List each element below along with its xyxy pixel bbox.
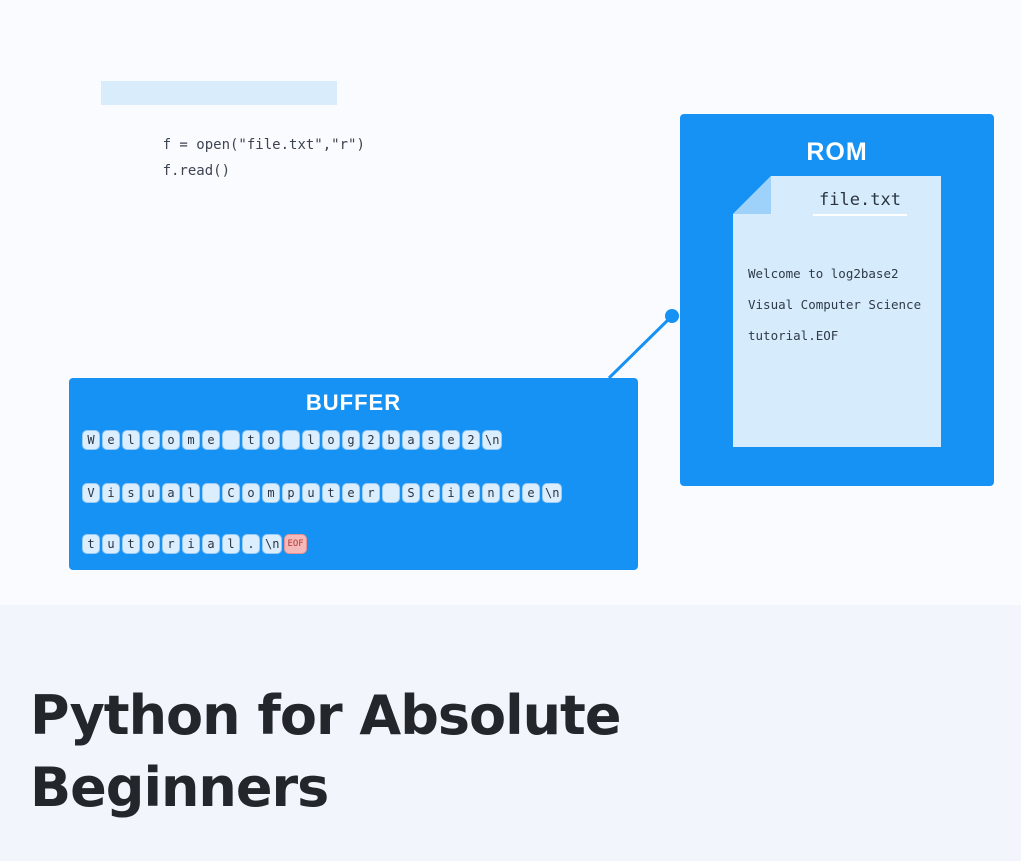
buffer-char-cell: t <box>122 534 140 554</box>
buffer-char-cell: o <box>242 483 260 503</box>
buffer-char-cell: t <box>242 430 260 450</box>
code-line-text: f.read() <box>162 163 231 179</box>
buffer-row: t u t o r i a l. \n EOF <box>82 534 309 556</box>
buffer-char-cell: e <box>442 430 460 450</box>
buffer-char-cell: \n <box>482 430 503 450</box>
buffer-char-cell: V <box>82 483 100 503</box>
buffer-box: BUFFER Welcome to l o g 2 b a s e 2 \n Visual Com… <box>69 378 638 570</box>
file-contents: Welcome to log2base2 Visual Computer Sci… <box>748 258 921 351</box>
rom-box: ROM file.txt Welcome to log2base2 Visual… <box>680 114 994 486</box>
buffer-char-cell: l <box>222 534 240 554</box>
buffer-char-cell: c <box>422 483 440 503</box>
file-line: Visual Computer Science <box>748 297 922 312</box>
buffer-char-cell: C <box>222 483 240 503</box>
page-title: Python for Absolute Beginners <box>30 680 621 824</box>
buffer-char-cell: m <box>262 483 280 503</box>
eof-cell: EOF <box>284 534 307 554</box>
buffer-char-cell: s <box>122 483 140 503</box>
buffer-char-cell: u <box>302 483 320 503</box>
buffer-char-cell: s <box>422 430 440 450</box>
buffer-char-cell <box>222 430 240 450</box>
buffer-char-cell: \n <box>262 534 283 554</box>
file-name: file.txt <box>813 190 907 216</box>
buffer-char-cell: S <box>402 483 420 503</box>
buffer-row: Visual Computer Sc i e n c e \n <box>82 483 564 505</box>
buffer-char-cell: o <box>262 430 280 450</box>
buffer-char-cell: e <box>102 430 120 450</box>
buffer-char-cell: r <box>362 483 380 503</box>
buffer-char-cell: a <box>402 430 420 450</box>
file-line: tutorial.EOF <box>748 328 839 343</box>
buffer-char-cell: b <box>382 430 400 450</box>
buffer-char-cell: m <box>182 430 200 450</box>
buffer-char-cell: o <box>142 534 160 554</box>
buffer-char-cell: o <box>162 430 180 450</box>
file-document-icon: file.txt Welcome to log2base2 Visual Com… <box>733 176 941 447</box>
buffer-char-cell: i <box>182 534 200 554</box>
code-line-text: f = open("file.txt","r") <box>162 137 365 153</box>
buffer-char-cell: o <box>322 430 340 450</box>
buffer-char-cell: u <box>102 534 120 554</box>
buffer-char-cell: t <box>322 483 340 503</box>
rom-title: ROM <box>806 138 868 166</box>
page-title-line: Python for Absolute <box>30 684 621 747</box>
buffer-char-cell: u <box>142 483 160 503</box>
buffer-char-cell: l <box>122 430 140 450</box>
buffer-char-cell: l <box>302 430 320 450</box>
buffer-char-cell: c <box>502 483 520 503</box>
buffer-char-cell: e <box>462 483 480 503</box>
buffer-char-cell: . <box>242 534 260 554</box>
file-line: Welcome to log2base2 <box>748 266 899 281</box>
buffer-char-cell: e <box>342 483 360 503</box>
buffer-char-cell: i <box>102 483 120 503</box>
buffer-char-cell: 2 <box>462 430 480 450</box>
buffer-char-cell: l <box>182 483 200 503</box>
buffer-char-cell: g <box>342 430 360 450</box>
buffer-char-cell: i <box>442 483 460 503</box>
buffer-char-cell: a <box>202 534 220 554</box>
buffer-char-cell <box>282 430 300 450</box>
buffer-char-cell: c <box>142 430 160 450</box>
buffer-char-cell: e <box>522 483 540 503</box>
buffer-char-cell: t <box>82 534 100 554</box>
buffer-char-cell: n <box>482 483 500 503</box>
buffer-char-cell: W <box>82 430 100 450</box>
buffer-char-cell: \n <box>542 483 563 503</box>
page-title-line: Beginners <box>30 756 329 819</box>
buffer-char-cell: 2 <box>362 430 380 450</box>
buffer-title: BUFFER <box>305 390 402 415</box>
buffer-char-cell: r <box>162 534 180 554</box>
diagram-area: f = open("file.txt","r") f.read() ROM fi… <box>0 0 1021 605</box>
buffer-rom-connector <box>607 314 674 380</box>
buffer-row: Welcome to l o g 2 b a s e 2 \n <box>82 430 504 452</box>
buffer-char-cell: e <box>202 430 220 450</box>
buffer-char-cell <box>382 483 400 503</box>
buffer-char-cell <box>202 483 220 503</box>
buffer-char-cell: a <box>162 483 180 503</box>
connector-dot <box>665 309 679 323</box>
buffer-char-cell: p <box>282 483 300 503</box>
